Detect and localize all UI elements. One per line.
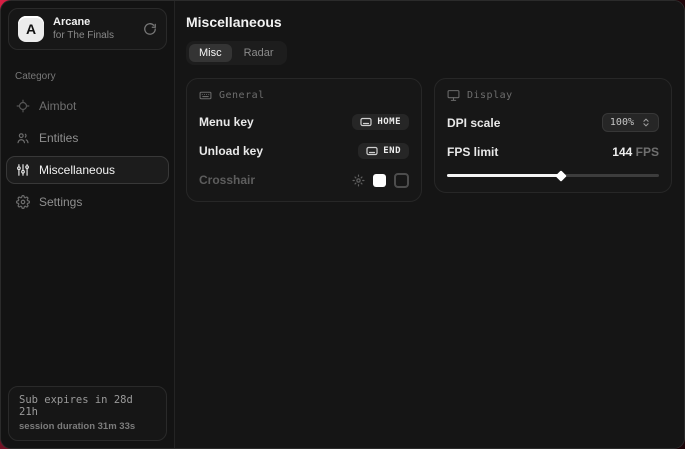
crosshair-row: Crosshair	[199, 171, 409, 189]
general-panel-title: General	[219, 90, 265, 101]
category-label: Category	[15, 71, 160, 82]
session-duration-text: session duration 31m 33s	[19, 421, 156, 432]
sidebar-item-label: Aimbot	[39, 99, 76, 113]
sliders-icon	[16, 163, 30, 177]
sidebar-item-aimbot[interactable]: Aimbot	[6, 92, 169, 120]
dpi-scale-label: DPI scale	[447, 116, 500, 130]
fps-limit-slider[interactable]	[447, 170, 659, 180]
menu-key-value: HOME	[377, 117, 401, 127]
unfold-icon	[641, 117, 651, 128]
keyboard-icon	[360, 117, 372, 127]
unload-key-value: END	[383, 146, 401, 156]
menu-key-row: Menu key HOME	[199, 113, 409, 131]
crosshair-icon	[16, 99, 30, 113]
brand-subtitle: for The Finals	[53, 30, 134, 43]
tab-radar[interactable]: Radar	[234, 44, 284, 62]
dpi-scale-row: DPI scale 100%	[447, 113, 659, 132]
crosshair-label: Crosshair	[199, 173, 255, 187]
fps-limit-row: FPS limit 144 FPS	[447, 143, 659, 161]
display-panel-title: Display	[467, 90, 513, 101]
brand-name: Arcane	[53, 16, 134, 30]
keyboard-icon	[366, 146, 378, 156]
category-nav: Aimbot Entities Miscellaneous	[1, 92, 174, 216]
page-title: Miscellaneous	[186, 14, 672, 30]
unload-key-bind-button[interactable]: END	[358, 143, 409, 159]
general-panel: General Menu key HOME Unload key	[186, 78, 422, 202]
sidebar-item-label: Miscellaneous	[39, 163, 115, 177]
sidebar-item-miscellaneous[interactable]: Miscellaneous	[6, 156, 169, 184]
crosshair-checkbox[interactable]	[394, 173, 409, 188]
crosshair-controls	[352, 173, 409, 188]
app-logo: A	[18, 16, 44, 42]
keyboard-icon	[199, 89, 212, 102]
tab-misc[interactable]: Misc	[189, 44, 232, 62]
general-panel-header: General	[199, 89, 409, 102]
slider-thumb[interactable]	[556, 170, 567, 181]
crosshair-settings-gear-icon[interactable]	[352, 174, 365, 187]
slider-fill	[447, 174, 561, 177]
crosshair-color-swatch[interactable]	[373, 174, 386, 187]
unload-key-label: Unload key	[199, 144, 263, 158]
sidebar-item-settings[interactable]: Settings	[6, 188, 169, 216]
gear-icon	[16, 195, 30, 209]
sidebar-item-entities[interactable]: Entities	[6, 124, 169, 152]
brand-card: A Arcane for The Finals	[8, 8, 167, 50]
main-content: Miscellaneous Misc Radar General Menu ke…	[175, 1, 685, 448]
entities-icon	[16, 131, 30, 145]
sidebar: A Arcane for The Finals Category Aimbot	[1, 1, 175, 448]
sub-expires-text: Sub expires in 28d 21h	[19, 394, 156, 418]
brand-text: Arcane for The Finals	[53, 16, 134, 42]
dpi-scale-value: 100%	[610, 117, 634, 128]
display-panel: Display DPI scale 100% FPS limit	[434, 78, 672, 193]
monitor-icon	[447, 89, 460, 102]
unload-key-row: Unload key END	[199, 142, 409, 160]
fps-limit-value: 144 FPS	[612, 145, 659, 159]
menu-key-label: Menu key	[199, 115, 254, 129]
sidebar-item-label: Settings	[39, 195, 82, 209]
dpi-scale-select[interactable]: 100%	[602, 113, 659, 132]
sidebar-item-label: Entities	[39, 131, 78, 145]
subscription-status-card: Sub expires in 28d 21h session duration …	[8, 386, 167, 441]
fps-limit-label: FPS limit	[447, 145, 498, 159]
menu-key-bind-button[interactable]: HOME	[352, 114, 409, 130]
fps-number: 144	[612, 145, 632, 159]
panels-grid: General Menu key HOME Unload key	[186, 78, 672, 202]
app-window: A Arcane for The Finals Category Aimbot	[0, 0, 685, 449]
fps-unit: FPS	[636, 145, 659, 159]
display-panel-header: Display	[447, 89, 659, 102]
loader-icon[interactable]	[143, 22, 157, 36]
tab-bar: Misc Radar	[186, 41, 287, 65]
